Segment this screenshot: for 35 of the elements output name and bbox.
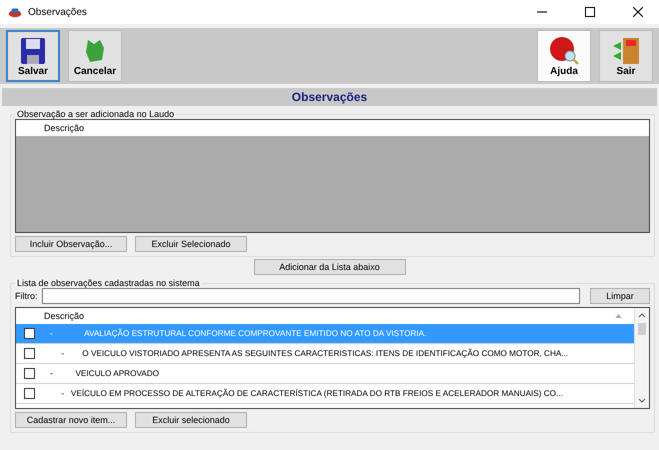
row-checkbox[interactable] [24,348,34,359]
window-title: Observações [28,6,87,18]
action-button[interactable]: Incluir Observação... [15,236,127,252]
maximize-icon[interactable] [585,7,595,17]
save-button[interactable]: Salvar [6,30,60,82]
column-header: Descrição [43,123,84,133]
add-from-list-button[interactable]: Adicionar da Lista abaixo [254,259,406,275]
table-cell-text: - AVALIAÇÃO ESTRUTURAL CONFORME COMPROVANTE EMITIDO NO ATO DA VISTORIA. [49,329,426,338]
action-button[interactable]: Excluir selecionado [135,412,247,428]
group-title: Observação a ser adicionada no Laudo [16,109,176,119]
table-cell-text: - VEICULO APROVADO [49,369,160,378]
row-checkbox[interactable] [24,328,34,339]
vertical-scrollbar[interactable] [634,308,649,408]
table-cell-text: - O VEICULO VISTORIADO APRESENTA AS SEGUINTES CARACTERISTICAS: ITENS DE IDENTIFICAÇÃO COMO MOTOR, CHA... [60,349,568,358]
row-checkbox[interactable] [24,368,34,379]
clear-button[interactable]: Limpar [590,288,650,304]
scroll-up-icon[interactable] [638,313,646,318]
filter-label: Filtro: [15,291,38,301]
table-cell-text: - VEÍCULO EM PROCESSO DE ALTERAÇÃO DE CARACTERÍSTICA (RETIRADA DO RTB FREIOS E ACELERADOR MANUAIS) CO... [60,389,563,398]
scrollbar-thumb[interactable] [638,323,646,335]
door-icon [611,36,641,66]
help-icon [549,36,579,66]
action-button[interactable]: Excluir Selecionado [135,236,247,252]
filter-field[interactable] [42,288,580,304]
action-button[interactable]: Cadastrar novo item... [15,412,127,428]
cancel-button[interactable]: Cancelar [68,30,122,82]
exit-button[interactable]: Sair [599,30,653,82]
help-button[interactable]: Ajuda [537,30,591,82]
row-checkbox[interactable] [24,388,34,399]
column-header: Descrição [43,311,84,321]
group-title: Lista de observações cadastradas no sistema [16,278,201,288]
scroll-down-icon[interactable] [638,398,646,403]
section-header: Observações [2,88,657,106]
sort-icon [615,314,622,318]
close-icon[interactable] [633,7,643,17]
